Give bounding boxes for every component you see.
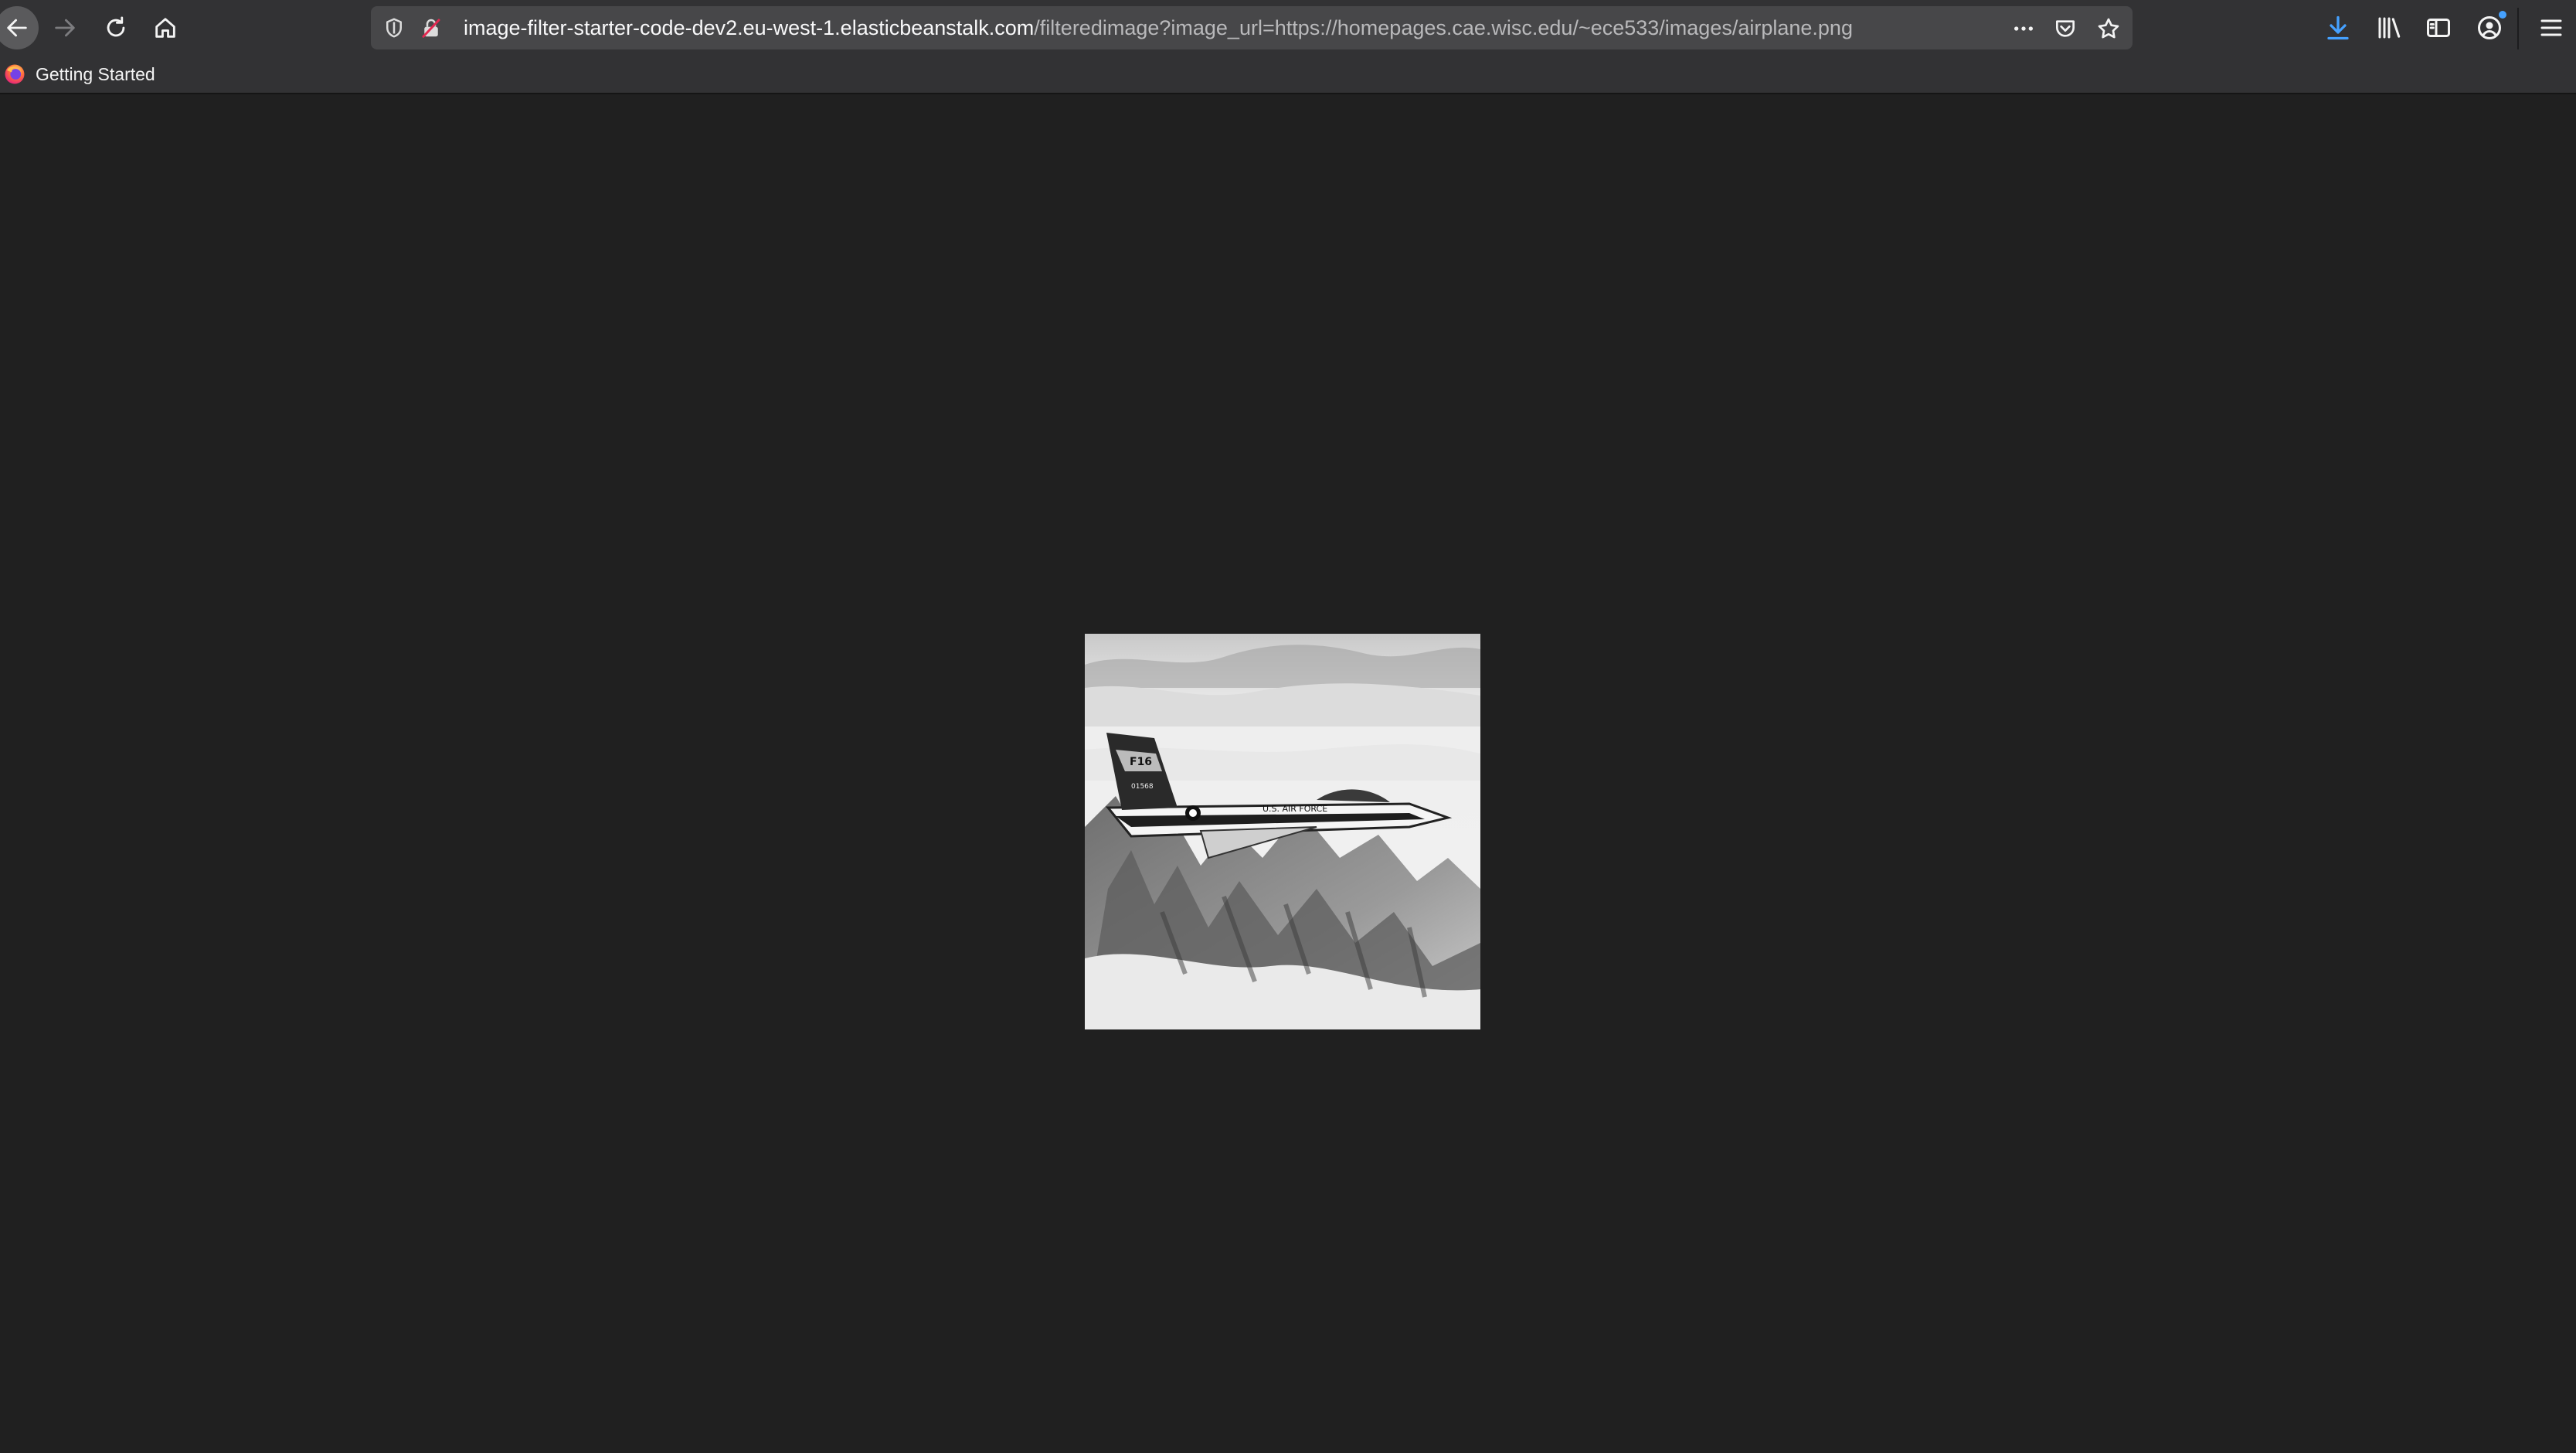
sidebar-icon — [2427, 19, 2450, 37]
browser-window: image-filter-starter-code-dev2.eu-west-1… — [0, 0, 2576, 1453]
tail-serial: 01568 — [1131, 783, 1154, 791]
filtered-image: U.S. AIR FORCE F16 01568 — [1085, 634, 1480, 1029]
downloads-button[interactable] — [2323, 12, 2353, 43]
reload-icon — [107, 16, 125, 37]
url-path: /filteredimage?image_url=https://homepag… — [1034, 16, 1853, 39]
page-content: U.S. AIR FORCE F16 01568 — [0, 94, 2576, 1453]
toolbar-separator — [2517, 8, 2519, 49]
insecure-lock-icon[interactable] — [419, 15, 443, 40]
download-arrow-icon — [2327, 15, 2349, 40]
sidebar-button[interactable] — [2423, 12, 2454, 43]
bookmark-label: Getting Started — [36, 63, 155, 84]
forward-button[interactable] — [43, 6, 87, 49]
back-arrow-icon — [7, 19, 27, 37]
back-button[interactable] — [0, 6, 39, 49]
airplane-photo: U.S. AIR FORCE F16 01568 — [1085, 634, 1480, 1029]
navigation-toolbar: image-filter-starter-code-dev2.eu-west-1… — [0, 0, 2576, 56]
firefox-icon — [3, 63, 26, 86]
library-icon — [2378, 17, 2401, 39]
url-host: image-filter-starter-code-dev2.eu-west-1… — [464, 16, 1035, 39]
hamburger-menu-icon — [2540, 19, 2562, 36]
tail-marking: F16 — [1130, 756, 1152, 768]
library-button[interactable] — [2374, 12, 2404, 43]
url-input[interactable]: image-filter-starter-code-dev2.eu-west-1… — [464, 6, 2009, 49]
ellipsis-icon[interactable] — [2010, 15, 2037, 42]
account-button[interactable] — [2474, 11, 2506, 43]
reload-button[interactable] — [94, 6, 138, 49]
forward-arrow-icon — [55, 19, 75, 37]
home-icon — [155, 18, 175, 38]
account-icon — [2478, 16, 2501, 39]
app-menu-button[interactable] — [2536, 12, 2567, 43]
shield-icon[interactable] — [382, 15, 406, 40]
pocket-icon[interactable] — [2052, 15, 2078, 42]
plane-marking: U.S. AIR FORCE — [1263, 804, 1327, 814]
star-icon[interactable] — [2095, 15, 2122, 42]
bookmarks-toolbar: Getting Started — [0, 56, 2576, 94]
notification-badge — [2499, 11, 2506, 19]
bookmark-getting-started[interactable]: Getting Started — [3, 62, 155, 87]
url-bar[interactable]: image-filter-starter-code-dev2.eu-west-1… — [371, 6, 2133, 49]
home-button[interactable] — [144, 6, 187, 49]
